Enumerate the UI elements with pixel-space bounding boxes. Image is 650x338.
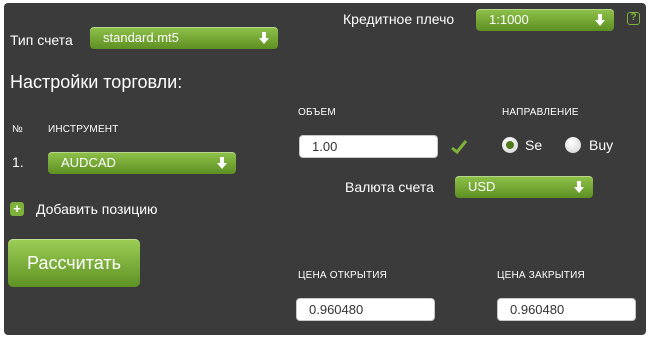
settings-title: Настройки торговли:	[10, 72, 183, 92]
close-price-input[interactable]	[497, 298, 636, 321]
instrument-dropdown[interactable]: AUDCAD	[48, 152, 236, 174]
chevron-down-icon	[574, 181, 584, 193]
sell-radio[interactable]	[502, 137, 518, 153]
chevron-down-icon	[217, 157, 227, 169]
buy-label: Buy	[589, 137, 614, 153]
buy-radio[interactable]	[565, 137, 581, 153]
leverage-value: 1:1000	[489, 12, 529, 27]
help-icon[interactable]: ?	[627, 12, 640, 25]
instrument-value: AUDCAD	[61, 155, 116, 170]
col-direction-header: НАПРАВЛЕНИЕ	[502, 107, 579, 118]
leverage-label: Кредитное плечо	[343, 11, 455, 27]
account-type-dropdown[interactable]: standard.mt5	[90, 27, 278, 49]
close-price-label: ЦЕНА ЗАКРЫТИЯ	[497, 270, 585, 281]
col-instrument-header: ИНСТРУМЕНТ	[48, 124, 119, 135]
account-type-value: standard.mt5	[103, 30, 179, 45]
volume-input[interactable]	[299, 135, 438, 158]
leverage-dropdown[interactable]: 1:1000	[476, 9, 614, 31]
position-number: 1.	[12, 154, 24, 170]
currency-label: Валюта счета	[345, 179, 434, 195]
checkmark-icon	[451, 140, 467, 154]
open-price-input[interactable]	[296, 298, 435, 321]
add-position-label: Добавить позицию	[36, 201, 158, 217]
currency-dropdown[interactable]: USD	[455, 176, 593, 198]
open-price-label: ЦЕНА ОТКРЫТИЯ	[298, 270, 388, 281]
plus-icon: +	[10, 202, 24, 216]
calculate-button[interactable]: Рассчитать	[8, 239, 140, 287]
col-volume-header: ОБЪЕМ	[298, 107, 336, 118]
col-number-header: №	[12, 124, 23, 135]
account-type-label: Тип счета	[10, 32, 73, 48]
chevron-down-icon	[259, 32, 269, 44]
sell-label: Se	[525, 137, 543, 153]
currency-value: USD	[468, 179, 496, 194]
chevron-down-icon	[595, 14, 605, 26]
